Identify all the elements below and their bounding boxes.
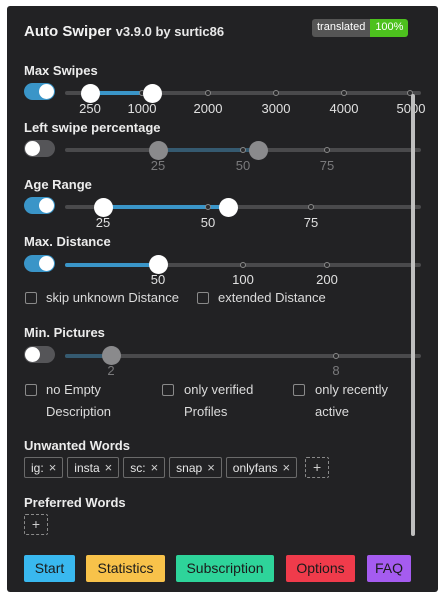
translation-badge: translated 100%	[312, 19, 409, 37]
left-swipe-mark	[240, 147, 246, 153]
subscription-button[interactable]: Subscription	[176, 555, 274, 582]
chip-text: onlyfans	[232, 460, 278, 475]
chip-text: sc:	[130, 460, 146, 475]
start-button[interactable]: Start	[24, 555, 75, 582]
faq-button[interactable]: FAQ	[367, 555, 411, 582]
min-pictures-mark	[333, 353, 339, 359]
app-name: Auto Swiper	[24, 23, 112, 40]
min-pictures-label: Min. Pictures	[24, 325, 105, 340]
unwanted-word-chip[interactable]: insta ×	[67, 457, 120, 478]
translation-badge-label: translated	[312, 19, 371, 37]
chip-text: snap	[176, 460, 203, 475]
toggle-knob	[39, 84, 54, 99]
left-swipe-max-handle[interactable]	[249, 141, 268, 160]
chip-text: insta	[74, 460, 100, 475]
no-empty-description-checkbox[interactable]	[25, 384, 37, 396]
skip-unknown-distance-checkbox[interactable]	[25, 292, 37, 304]
extended-distance-checkbox[interactable]	[197, 292, 209, 304]
unwanted-words-label: Unwanted Words	[24, 438, 130, 453]
age-range-tick: 50	[200, 215, 216, 230]
toggle-knob	[25, 141, 40, 156]
toggle-knob	[39, 198, 54, 213]
only-recently-active-label-line2: active	[315, 404, 349, 419]
unwanted-word-chip[interactable]: snap ×	[169, 457, 222, 478]
max-swipes-tick: 250	[79, 101, 101, 116]
max-swipes-mark	[341, 90, 347, 96]
max-distance-tick: 50	[150, 272, 166, 287]
max-distance-label: Max. Distance	[24, 234, 111, 249]
max-distance-mark	[324, 262, 330, 268]
app-title: Auto Swiper v3.9.0 by surtic86	[24, 23, 224, 40]
max-distance-toggle[interactable]	[24, 255, 55, 272]
app-version: v3.9.0 by surtic86	[115, 24, 225, 39]
left-swipe-label: Left swipe percentage	[24, 120, 161, 135]
min-pictures-toggle[interactable]	[24, 346, 55, 363]
age-range-label: Age Range	[24, 177, 92, 192]
left-swipe-tick: 75	[319, 158, 335, 173]
remove-icon[interactable]: ×	[151, 460, 159, 475]
left-swipe-tick: 50	[235, 158, 251, 173]
options-button[interactable]: Options	[286, 555, 355, 582]
remove-icon[interactable]: ×	[105, 460, 113, 475]
scrollbar[interactable]	[411, 94, 415, 536]
skip-unknown-distance-label: skip unknown Distance	[46, 290, 179, 305]
toggle-knob	[25, 347, 40, 362]
unwanted-word-chip[interactable]: ig: ×	[24, 457, 64, 478]
max-distance-tick: 200	[316, 272, 338, 287]
preferred-words-label: Preferred Words	[24, 495, 126, 510]
max-swipes-mark	[205, 90, 211, 96]
left-swipe-tick: 25	[150, 158, 166, 173]
max-swipes-tick: 3000	[261, 101, 291, 116]
min-pictures-tick: 8	[332, 363, 340, 378]
only-recently-active-checkbox[interactable]	[293, 384, 305, 396]
left-swipe-mark	[324, 147, 330, 153]
max-swipes-label: Max Swipes	[24, 63, 98, 78]
age-range-toggle[interactable]	[24, 197, 55, 214]
max-swipes-toggle[interactable]	[24, 83, 55, 100]
max-swipes-mark	[273, 90, 279, 96]
max-swipes-tick: 4000	[329, 101, 359, 116]
age-range-max-handle[interactable]	[219, 198, 238, 217]
max-swipes-tick: 1000	[127, 101, 157, 116]
remove-icon[interactable]: ×	[207, 460, 215, 475]
max-distance-fill	[65, 263, 158, 267]
age-range-mark	[205, 204, 211, 210]
only-recently-active-label-line1: only recently	[315, 382, 388, 397]
only-verified-profiles-label-line1: only verified	[184, 382, 254, 397]
max-swipes-tick: 2000	[193, 101, 223, 116]
remove-icon[interactable]: ×	[283, 460, 291, 475]
toggle-knob	[39, 256, 54, 271]
auto-swiper-panel: Auto Swiper v3.9.0 by surtic86 translate…	[7, 6, 438, 592]
only-verified-profiles-label-line2: Profiles	[184, 404, 228, 419]
unwanted-word-chip[interactable]: sc: ×	[123, 457, 166, 478]
add-preferred-word-button[interactable]: +	[24, 514, 48, 535]
min-pictures-tick: 2	[107, 363, 115, 378]
add-unwanted-word-button[interactable]: +	[305, 457, 330, 478]
age-range-mark	[308, 204, 314, 210]
unwanted-word-chip[interactable]: onlyfans ×	[225, 457, 298, 478]
max-distance-mark	[240, 262, 246, 268]
chip-text: ig:	[31, 460, 44, 475]
remove-icon[interactable]: ×	[49, 460, 57, 475]
age-range-tick: 75	[303, 215, 319, 230]
left-swipe-toggle[interactable]	[24, 140, 55, 157]
max-distance-tick: 100	[232, 272, 254, 287]
translation-badge-value: 100%	[370, 19, 409, 37]
extended-distance-label: extended Distance	[218, 290, 326, 305]
age-range-tick: 25	[95, 215, 111, 230]
no-empty-description-label-line2: Description	[46, 404, 112, 419]
statistics-button[interactable]: Statistics	[86, 555, 165, 582]
no-empty-description-label-line1: no Empty	[46, 382, 101, 397]
unwanted-words-list: ig: × insta × sc: × snap × onlyfans × +	[24, 457, 330, 478]
only-verified-profiles-checkbox[interactable]	[162, 384, 174, 396]
